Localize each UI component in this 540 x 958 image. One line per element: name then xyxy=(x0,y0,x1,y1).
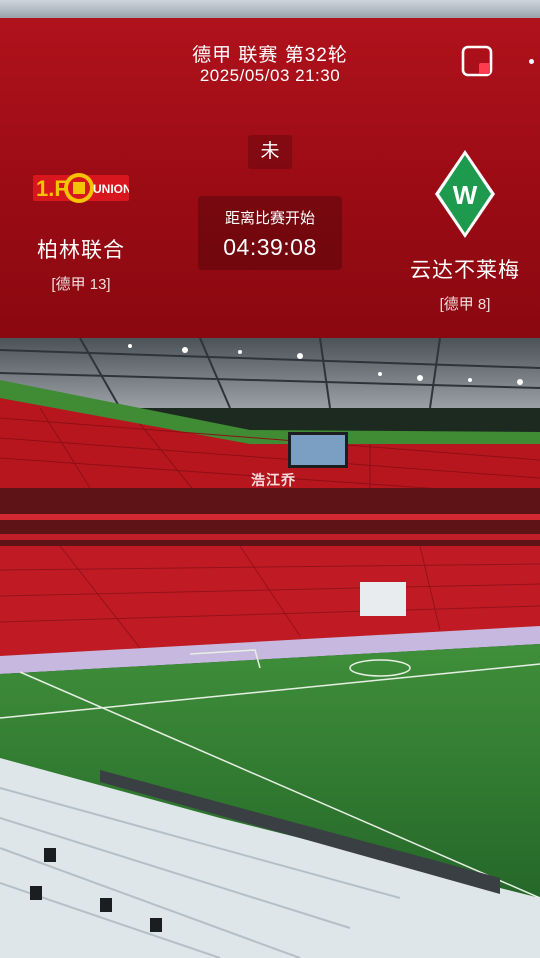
league-round-title: 德甲 联赛 第32轮 xyxy=(192,45,348,66)
away-team-rank: [德甲 8] xyxy=(439,296,491,313)
status-strip xyxy=(0,0,540,18)
countdown-label: 距离比赛开始 xyxy=(224,210,315,227)
svg-text:W: W xyxy=(453,180,478,210)
more-icon[interactable] xyxy=(529,59,534,64)
picture-in-picture-icon[interactable] xyxy=(461,45,493,77)
match-datetime: 2025/05/03 21:30 xyxy=(199,66,341,85)
countdown-box: 距离比赛开始 04:39:08 xyxy=(198,196,342,270)
stadium-photo xyxy=(0,338,540,958)
home-team-rank: [德甲 13] xyxy=(51,276,111,293)
away-team[interactable]: W 云达不莱梅 [德甲 8] xyxy=(390,148,540,314)
away-team-name: 云达不莱梅 xyxy=(410,259,520,282)
photo-watermark: 浩江乔 xyxy=(251,472,296,488)
match-status-badge: 未 xyxy=(248,135,292,169)
match-info-panel: 德甲 联赛 第32轮 2025/05/03 21:30 未 距离比赛开始 04:… xyxy=(0,18,540,338)
union-logo-text: UNION xyxy=(93,182,129,196)
countdown-timer: 04:39:08 xyxy=(223,234,317,260)
home-team[interactable]: 1.FC UNION 柏林联合 [德甲 13] xyxy=(6,168,156,294)
union-berlin-logo: 1.FC UNION xyxy=(33,173,129,203)
home-team-name: 柏林联合 xyxy=(37,239,125,262)
werder-bremen-logo: W xyxy=(435,150,495,238)
